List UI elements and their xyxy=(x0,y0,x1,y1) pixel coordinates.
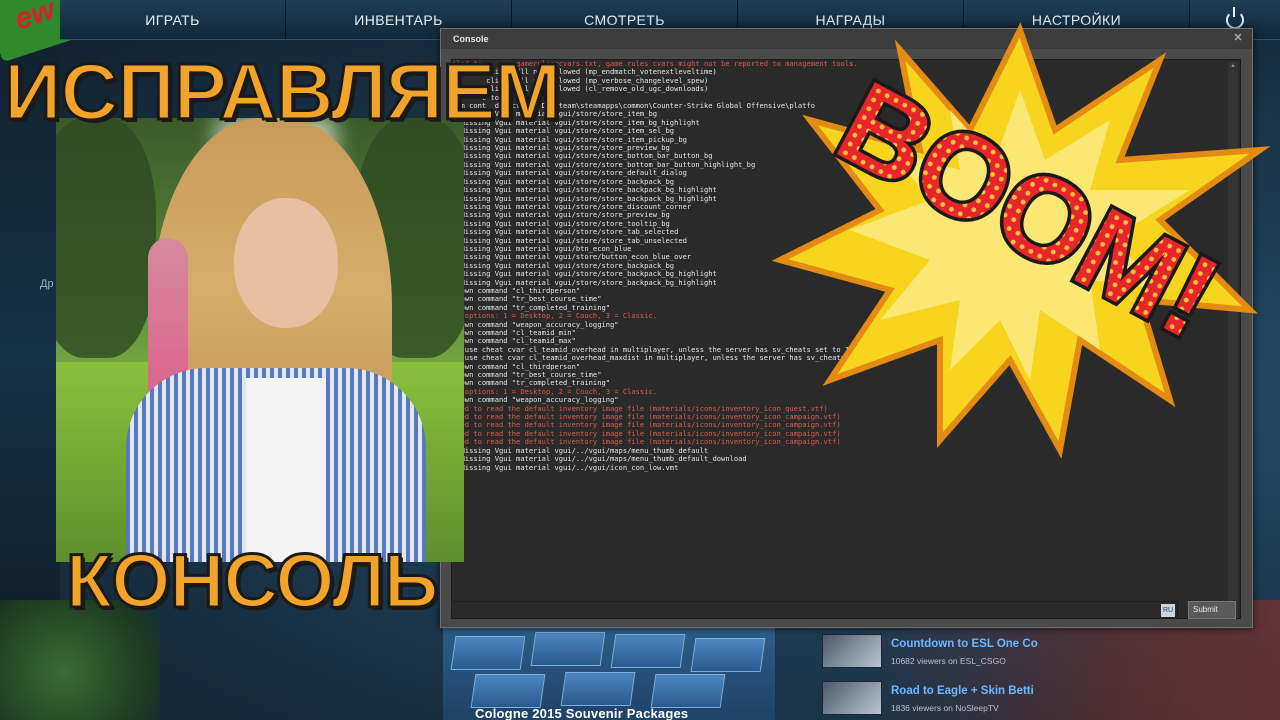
packages-title[interactable]: Cologne 2015 Souvenir Packages xyxy=(475,706,688,720)
girl-photo xyxy=(56,118,464,562)
package-box xyxy=(530,632,606,666)
console-title: Console xyxy=(453,34,489,44)
headline-top: ИСПРАВЛЯЕМ xyxy=(2,47,562,136)
brand-logo-text: ew xyxy=(10,0,59,37)
language-badge: RU xyxy=(1161,604,1175,617)
stream-viewers: 1836 viewers on NoSleepTV xyxy=(891,703,999,713)
stream-title[interactable]: Road to Eagle + Skin Betti xyxy=(891,685,1041,697)
submit-button[interactable]: Submit xyxy=(1188,601,1236,619)
stream-thumbnail xyxy=(822,681,882,715)
package-box xyxy=(450,636,526,670)
package-box xyxy=(560,672,636,706)
stream-title[interactable]: Countdown to ESL One Co xyxy=(891,638,1041,650)
console-line: - Missing Vgui material vgui/../vgui/ico… xyxy=(452,462,679,472)
headline-bottom: КОНСОЛЬ xyxy=(65,539,441,624)
side-label: Др xyxy=(40,278,54,290)
package-box xyxy=(610,634,686,668)
stream-viewers: 10682 viewers on ESL_CSGO xyxy=(891,656,1006,666)
stream-item[interactable]: Countdown to ESL One Co 10682 viewers on… xyxy=(818,632,1048,672)
nav-play[interactable]: ИГРАТЬ xyxy=(60,0,286,39)
package-box xyxy=(650,674,726,708)
boom-burst-graphic: BOOM! xyxy=(771,22,1270,459)
stream-item[interactable]: Road to Eagle + Skin Betti 1836 viewers … xyxy=(818,679,1048,719)
package-box xyxy=(690,638,766,672)
photo-tree xyxy=(56,118,156,358)
photo-face xyxy=(234,198,338,328)
package-box xyxy=(470,674,546,708)
console-input[interactable]: RU xyxy=(451,601,1178,619)
photo-top xyxy=(246,378,326,562)
stream-thumbnail xyxy=(822,634,882,668)
